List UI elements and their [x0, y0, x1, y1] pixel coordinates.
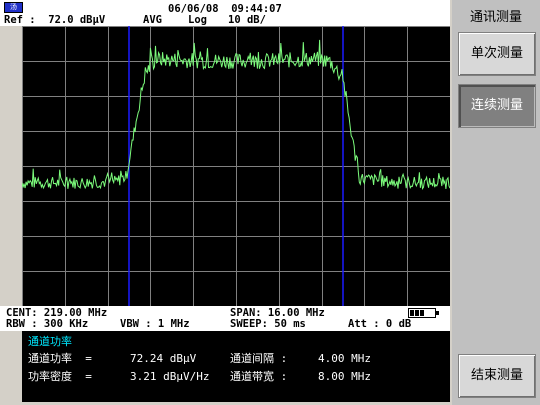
plot-grid	[22, 26, 451, 307]
single-measure-button[interactable]: 单次测量	[458, 32, 536, 76]
channel-bandwidth-value: 8.00 MHz	[318, 370, 371, 383]
detector-mode: AVG	[143, 14, 162, 26]
channel-spacing-label: 通道间隔 :	[230, 352, 288, 365]
channel-bandwidth-label: 通道带宽 :	[230, 370, 288, 383]
brand-logo: 汤	[4, 2, 23, 13]
channel-spacing-value: 4.00 MHz	[318, 352, 371, 365]
vbw-readout: VBW : 1 MHz	[120, 318, 190, 330]
continuous-measure-button[interactable]: 连续测量	[458, 84, 536, 128]
spectrum-svg	[21, 26, 451, 307]
battery-icon	[408, 308, 439, 318]
scale-mode: Log	[188, 14, 207, 26]
ref-level-readout: Ref : 72.0 dBμV	[4, 14, 106, 26]
channel-power-results: 通道功率 通道功率 = 72.24 dBμV 功率密度 = 3.21 dBμV/…	[22, 331, 450, 402]
attenuation-readout: Att : 0 dB	[348, 318, 412, 330]
spectrum-plot	[21, 26, 451, 307]
power-density-value: 3.21 dBμV/Hz	[130, 370, 210, 383]
end-measure-button[interactable]: 结束测量	[458, 354, 536, 398]
results-title: 通道功率	[28, 335, 72, 348]
channel-power-value: 72.24 dBμV	[130, 352, 197, 365]
status-header: 汤 06/06/08 09:44:07 Ref : 72.0 dBμV AVG …	[0, 0, 450, 26]
softkey-menu-title: 通讯测量	[469, 10, 522, 25]
scale-per-division: 10 dB/	[228, 14, 266, 26]
status-footer: CENT: 219.00 MHz SPAN: 16.00 MHz RBW : 3…	[0, 306, 450, 331]
power-density-label: 功率密度 =	[28, 370, 92, 383]
channel-power-label: 通道功率 =	[28, 352, 92, 365]
softkey-panel: 通讯测量 单次测量 连续测量 结束测量	[452, 0, 540, 405]
rbw-readout: RBW : 300 KHz	[6, 318, 89, 330]
sweep-readout: SWEEP: 50 ms	[230, 318, 306, 330]
